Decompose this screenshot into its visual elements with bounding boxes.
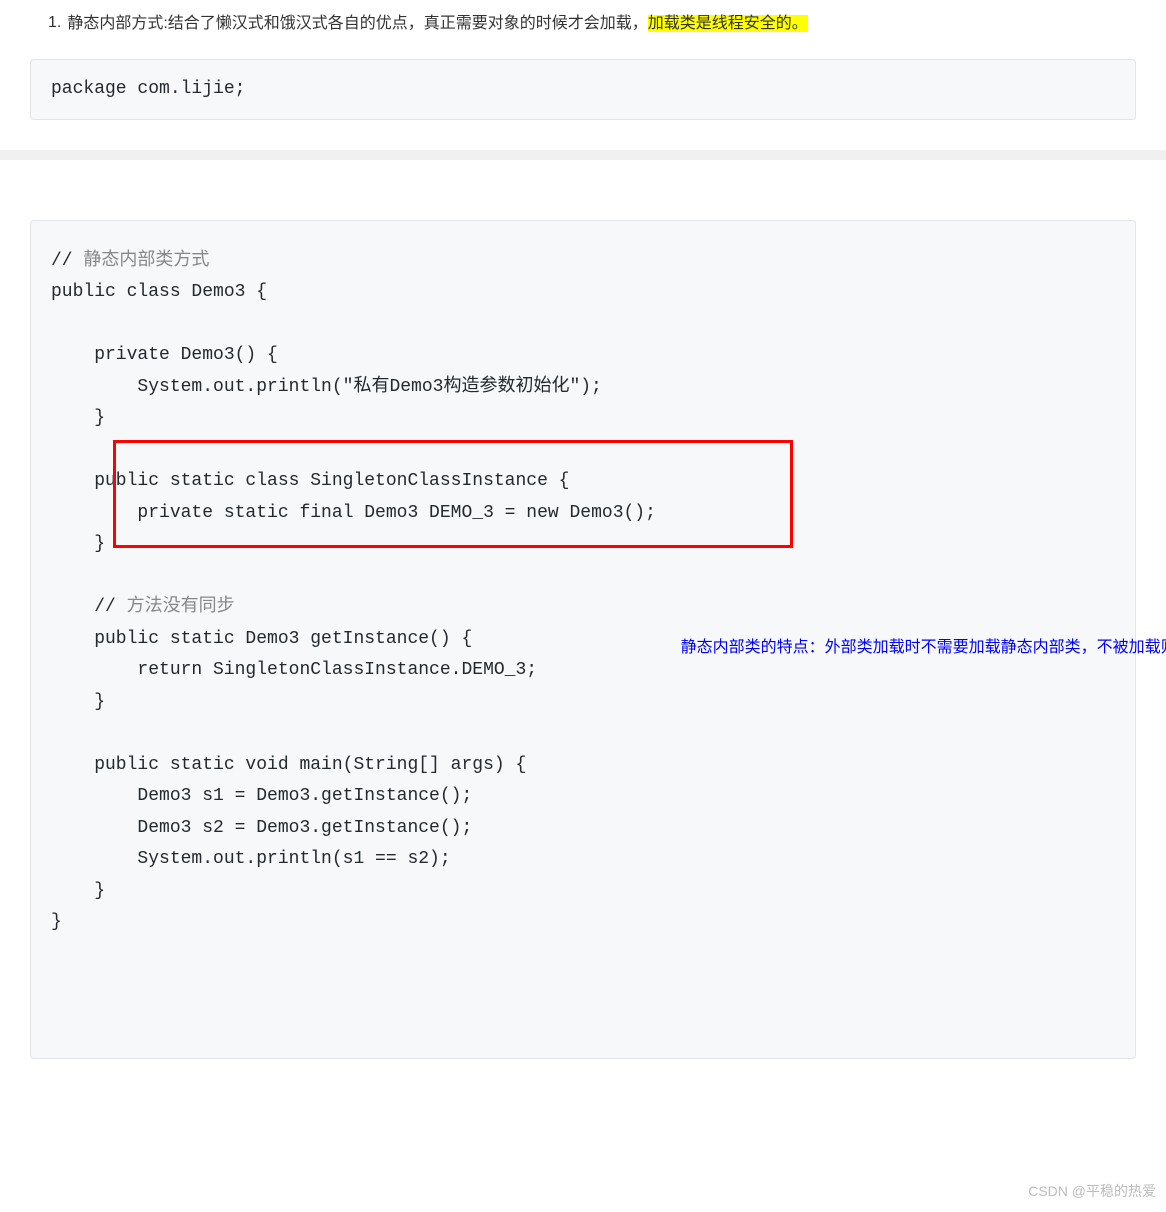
code-line: public static class SingletonClassInstan… xyxy=(51,471,569,491)
code-line: System.out.println("私有Demo3构造参数初始化"); xyxy=(51,377,602,397)
code-comment: // 方法没有同步 xyxy=(51,597,235,617)
highlighted-text: 加载类是线程安全的。 xyxy=(648,15,808,32)
section-divider xyxy=(0,150,1166,160)
code-line: public class Demo3 { xyxy=(51,282,267,302)
code-line: } xyxy=(51,408,105,428)
code-line: System.out.println(s1 == s2); xyxy=(51,849,451,869)
list-text-plain: 静态内部方式:结合了懒汉式和饿汉式各自的优点，真正需要对象的时候才会加载， xyxy=(67,15,647,32)
code-line: } xyxy=(51,692,105,712)
annotation-text-blue: 静态内部类的特点：外部类加载时不需要加载静态内部类，不被加载则不占用内存，（延迟… xyxy=(681,639,1166,656)
code-block-package: package com.lijie; xyxy=(30,59,1136,120)
list-text: 静态内部方式:结合了懒汉式和饿汉式各自的优点，真正需要对象的时候才会加载，加载类… xyxy=(67,10,807,39)
code-line: } xyxy=(51,534,105,554)
code-line: public static void main(String[] args) { xyxy=(51,755,526,775)
list-number: 1. xyxy=(48,10,61,36)
highlight-box xyxy=(113,440,793,548)
watermark: CSDN @平稳的热爱 xyxy=(1028,1180,1156,1202)
code-line: private static final Demo3 DEMO_3 = new … xyxy=(51,503,656,523)
code-line: Demo3 s1 = Demo3.getInstance(); xyxy=(51,786,472,806)
annotation-overlay: 静态内部类的特点：外部类加载时不需要加载静态内部类，不被加载则不占用内存，（延迟… xyxy=(654,615,1084,682)
code-line: Demo3 s2 = Demo3.getInstance(); xyxy=(51,818,472,838)
code-section: // 静态内部类方式 public class Demo3 { private … xyxy=(0,160,1166,1060)
code-block-main: // 静态内部类方式 public class Demo3 { private … xyxy=(30,220,1136,1060)
code-line: } xyxy=(51,912,62,932)
code-line: package com.lijie; xyxy=(51,79,245,99)
ordered-list-item: 1. 静态内部方式:结合了懒汉式和饿汉式各自的优点，真正需要对象的时候才会加载，… xyxy=(30,10,1136,39)
code-line: return SingletonClassInstance.DEMO_3; xyxy=(51,660,537,680)
code-line: public static Demo3 getInstance() { xyxy=(51,629,472,649)
code-line: } xyxy=(51,881,105,901)
code-line: private Demo3() { xyxy=(51,345,278,365)
code-comment: // 静态内部类方式 xyxy=(51,251,209,271)
article-content: 1. 静态内部方式:结合了懒汉式和饿汉式各自的优点，真正需要对象的时候才会加载，… xyxy=(0,10,1166,120)
